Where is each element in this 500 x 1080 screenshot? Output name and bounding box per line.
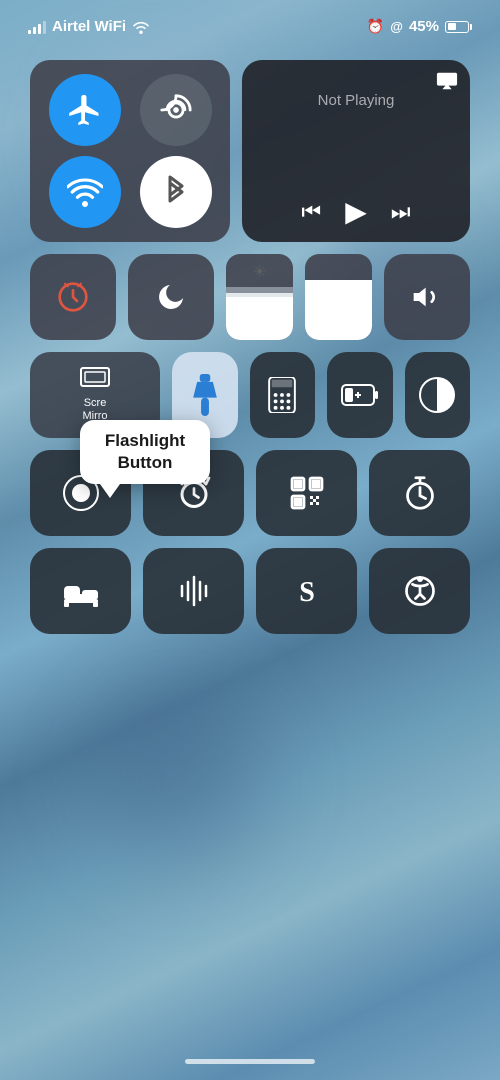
next-button[interactable]: ⏭ — [391, 199, 411, 225]
wifi-status-icon — [132, 20, 150, 34]
tooltip-text: FlashlightButton — [105, 431, 185, 472]
brightness-slider[interactable]: ☀ — [226, 254, 293, 340]
bluetooth-icon — [162, 174, 190, 210]
airplay-button[interactable] — [436, 70, 458, 92]
now-playing-panel: Not Playing ⏮ ▶ ⏭ — [242, 60, 470, 242]
airplane-mode-button[interactable] — [49, 74, 121, 146]
airplay-icon — [436, 70, 458, 92]
shazam-icon: S — [289, 573, 325, 609]
soundwave-icon — [176, 573, 212, 609]
grayscale-button[interactable] — [405, 352, 471, 438]
home-indicator[interactable] — [185, 1059, 315, 1064]
not-playing-label: Not Playing — [318, 92, 395, 109]
calculator-button[interactable] — [250, 352, 316, 438]
control-center: Not Playing ⏮ ▶ ⏭ — [30, 60, 470, 634]
battery-percentage: 45% — [409, 18, 439, 35]
status-left: Airtel WiFi — [28, 18, 150, 35]
cellular-button[interactable] — [140, 74, 212, 146]
wifi-toggle-icon — [67, 174, 103, 210]
timer-button[interactable] — [369, 450, 470, 536]
top-row: Not Playing ⏮ ▶ ⏭ — [30, 60, 470, 242]
row5: S — [30, 548, 470, 634]
status-bar: Airtel WiFi ⏰ @ 45% — [0, 18, 500, 35]
svg-text:S: S — [299, 577, 315, 608]
carrier-name: Airtel WiFi — [52, 18, 126, 35]
portrait-lock-icon — [57, 281, 89, 313]
volume-slider[interactable] — [305, 254, 372, 340]
play-button[interactable]: ▶ — [345, 195, 367, 228]
timer-icon — [402, 475, 438, 511]
qr-scanner-button[interactable] — [256, 450, 357, 536]
volume-button[interactable] — [384, 254, 470, 340]
prev-button[interactable]: ⏮ — [301, 199, 321, 225]
connectivity-panel — [30, 60, 230, 242]
accessibility-icon — [402, 573, 438, 609]
row2: ☀ — [30, 254, 470, 340]
screen-mirror-icon — [80, 367, 110, 391]
speaker-icon — [411, 281, 443, 313]
grayscale-icon — [418, 376, 456, 414]
signal-icon — [28, 20, 46, 34]
tooltip-bubble: FlashlightButton — [80, 420, 210, 484]
cellular-icon — [159, 93, 193, 127]
flashlight-icon — [189, 374, 221, 416]
airplane-icon — [67, 92, 103, 128]
moon-icon — [155, 281, 187, 313]
location-icon: @ — [390, 19, 403, 34]
alarm-status-icon: ⏰ — [367, 18, 384, 35]
shazam-button[interactable]: S — [256, 548, 357, 634]
bluetooth-button[interactable] — [140, 156, 212, 228]
low-power-button[interactable] — [327, 352, 393, 438]
wifi-toggle-button[interactable] — [49, 156, 121, 228]
battery-icon — [445, 21, 472, 33]
calculator-icon — [264, 377, 300, 413]
flashlight-tooltip: FlashlightButton — [80, 420, 210, 498]
battery-low-icon — [341, 382, 379, 408]
sound-recognition-button[interactable] — [143, 548, 244, 634]
dark-mode-button[interactable] — [128, 254, 214, 340]
status-right: ⏰ @ 45% — [367, 18, 472, 35]
media-controls: ⏮ ▶ ⏭ — [301, 195, 410, 228]
portrait-lock-button[interactable] — [30, 254, 116, 340]
qr-icon — [289, 475, 325, 511]
tooltip-arrow — [100, 484, 120, 498]
sleep-icon — [62, 574, 100, 608]
sleep-button[interactable] — [30, 548, 131, 634]
accessibility-button[interactable] — [369, 548, 470, 634]
